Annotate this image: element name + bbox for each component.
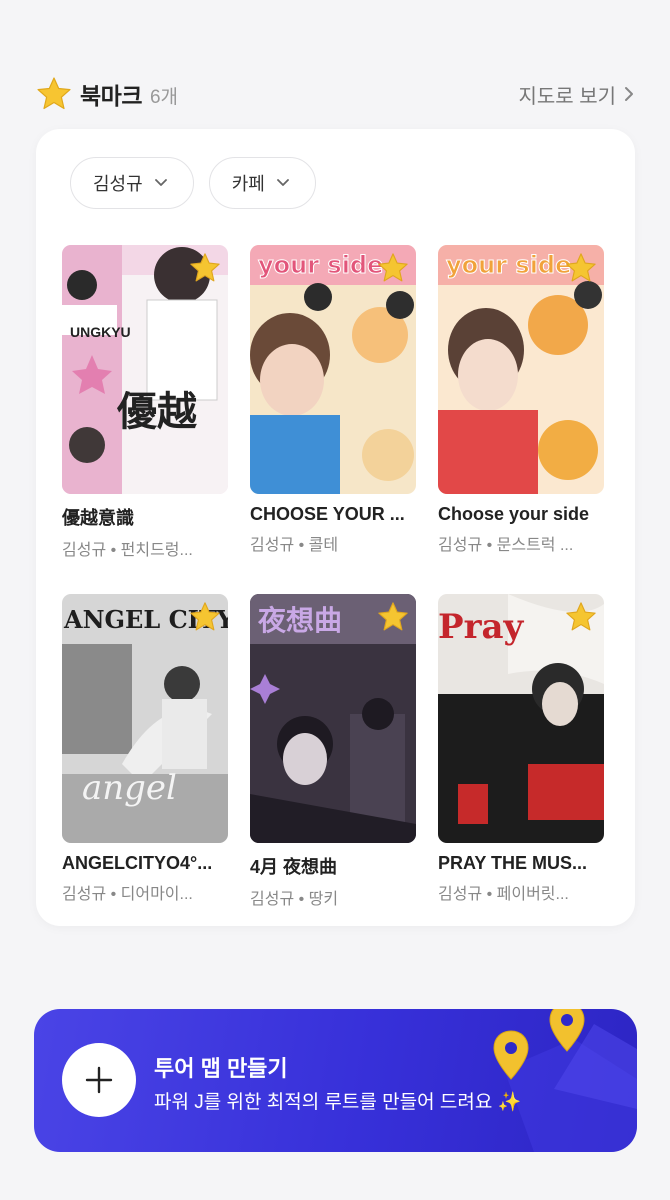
bookmark-title: CHOOSE YOUR ... xyxy=(250,504,405,524)
banner-title: 투어 맵 만들기 xyxy=(154,1056,288,1081)
bookmark-section-header: 북마크 6개 지도로 보기 xyxy=(36,74,634,114)
bookmark-title: 4月 夜想曲 xyxy=(250,857,338,877)
create-tour-button[interactable] xyxy=(62,1043,136,1117)
bookmark-count: 6개 xyxy=(149,87,179,108)
chevron-down-icon xyxy=(276,179,289,186)
bookmark-title: PRAY THE MUS... xyxy=(438,853,588,873)
bookmark-title: 優越意識 xyxy=(62,508,134,528)
bookmark-card[interactable]: 優越 UNGKYU 優越意識 김성규 • 펀치드렁... xyxy=(62,245,228,560)
svg-text:angel: angel xyxy=(82,768,177,808)
filter-chip-artist[interactable]: 김성규 xyxy=(70,157,194,209)
bookmark-star-icon[interactable] xyxy=(564,251,598,285)
banner-subtitle: 파워 J를 위한 최적의 루트를 만들어 드려요 ✨ xyxy=(154,1092,522,1113)
bookmark-thumbnail: your side xyxy=(438,245,604,494)
svg-text:your side: your side xyxy=(258,251,383,279)
bookmark-subtitle: 김성규 • 땅키 xyxy=(250,891,339,908)
bookmark-star-icon[interactable] xyxy=(376,600,410,634)
chevron-right-icon xyxy=(625,87,633,101)
bookmark-title: 북마크 xyxy=(80,83,142,109)
bookmark-subtitle: 김성규 • 콜테 xyxy=(250,537,339,554)
bookmark-star-icon[interactable] xyxy=(188,600,222,634)
tour-map-banner[interactable]: 투어 맵 만들기 파워 J를 위한 최적의 루트를 만들어 드려요 ✨ xyxy=(34,1009,637,1152)
bookmark-grid: 優越 UNGKYU 優越意識 김성규 • 펀치드렁... your side C… xyxy=(62,245,610,909)
bookmark-thumbnail: 夜想曲 xyxy=(250,594,416,843)
bookmark-subtitle: 김성규 • 페이버릿... xyxy=(438,886,569,903)
bookmark-subtitle: 김성규 • 펀치드렁... xyxy=(62,542,193,559)
bookmark-heading: 북마크 6개 xyxy=(36,76,178,112)
bookmark-card[interactable]: ANGEL CITY angel ANGELCITYO4°... 김성규 • 디… xyxy=(62,594,228,909)
bookmark-star-icon[interactable] xyxy=(376,251,410,285)
bookmark-title: Choose your side xyxy=(438,504,590,524)
bookmark-star-icon[interactable] xyxy=(564,600,598,634)
svg-text:優越: 優越 xyxy=(116,388,197,435)
bookmark-thumbnail: 優越 UNGKYU xyxy=(62,245,228,494)
view-on-map-link[interactable]: 지도로 보기 xyxy=(518,80,634,109)
filter-chip-label: 카페 xyxy=(231,174,265,194)
filter-chip-category[interactable]: 카페 xyxy=(208,157,316,209)
bookmark-thumbnail: your side xyxy=(250,245,416,494)
bookmark-subtitle: 김성규 • 디어마이... xyxy=(62,886,193,903)
bookmark-card[interactable]: your side Choose your side 김성규 • 문스트럭 ..… xyxy=(438,245,604,560)
bookmark-panel: 김성규 카페 優越 UNGKYU 優越意識 김성규 • 펀치드렁... your… xyxy=(36,129,635,926)
chevron-down-icon xyxy=(154,179,167,186)
view-on-map-label: 지도로 보기 xyxy=(518,85,616,108)
bookmark-subtitle: 김성규 • 문스트럭 ... xyxy=(438,537,574,554)
bookmark-thumbnail: Pray xyxy=(438,594,604,843)
svg-text:夜想曲: 夜想曲 xyxy=(257,604,342,637)
filter-bar: 김성규 카페 xyxy=(70,157,316,209)
bookmark-card[interactable]: your side CHOOSE YOUR ... 김성규 • 콜테 xyxy=(250,245,416,560)
bookmark-title: ANGELCITYO4°... xyxy=(62,853,213,873)
bookmark-star-icon[interactable] xyxy=(188,251,222,285)
bookmark-card[interactable]: Pray PRAY THE MUS... 김성규 • 페이버릿... xyxy=(438,594,604,909)
bookmark-thumbnail: ANGEL CITY angel xyxy=(62,594,228,843)
svg-text:Pray: Pray xyxy=(438,607,525,647)
filter-chip-label: 김성규 xyxy=(93,174,143,194)
svg-text:UNGKYU: UNGKYU xyxy=(70,324,131,340)
svg-text:your side: your side xyxy=(446,251,571,279)
star-icon xyxy=(37,77,71,110)
plus-icon xyxy=(85,1066,113,1094)
bookmark-card[interactable]: 夜想曲 4月 夜想曲 김성규 • 땅키 xyxy=(250,594,416,909)
